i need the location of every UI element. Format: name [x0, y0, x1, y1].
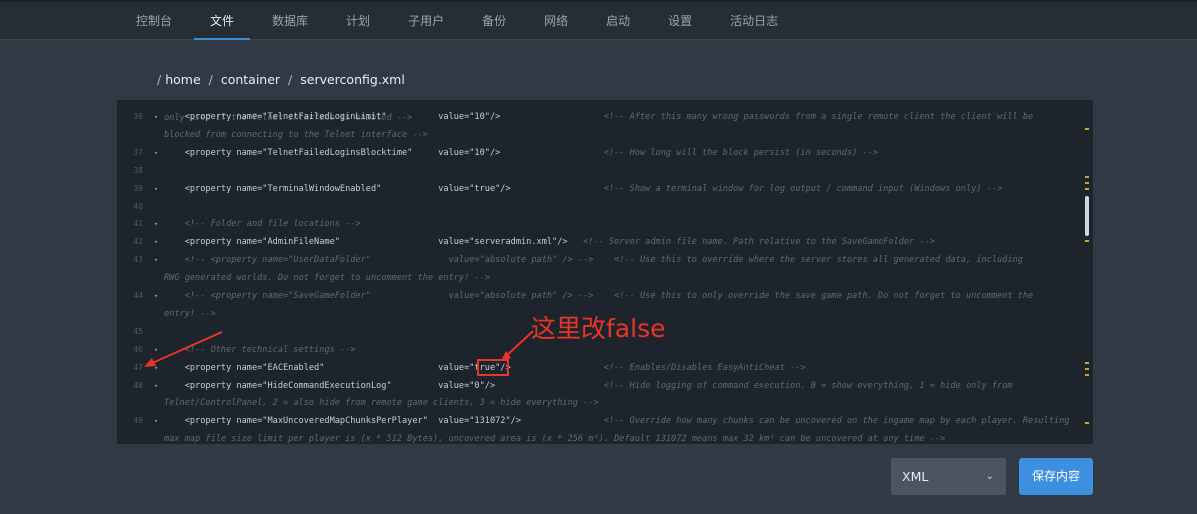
save-button[interactable]: 保存内容: [1019, 458, 1093, 495]
arrow-to-value: [501, 330, 534, 361]
annotation-text: 这里改false: [531, 314, 666, 343]
annotation-highlight-box: [477, 359, 509, 376]
format-select-value: XML: [902, 469, 929, 484]
format-select[interactable]: XML ⌄: [891, 458, 1006, 495]
arrow-to-line-number: [144, 331, 223, 367]
annotation-arrows: [144, 330, 534, 367]
chevron-down-icon: ⌄: [985, 471, 994, 482]
